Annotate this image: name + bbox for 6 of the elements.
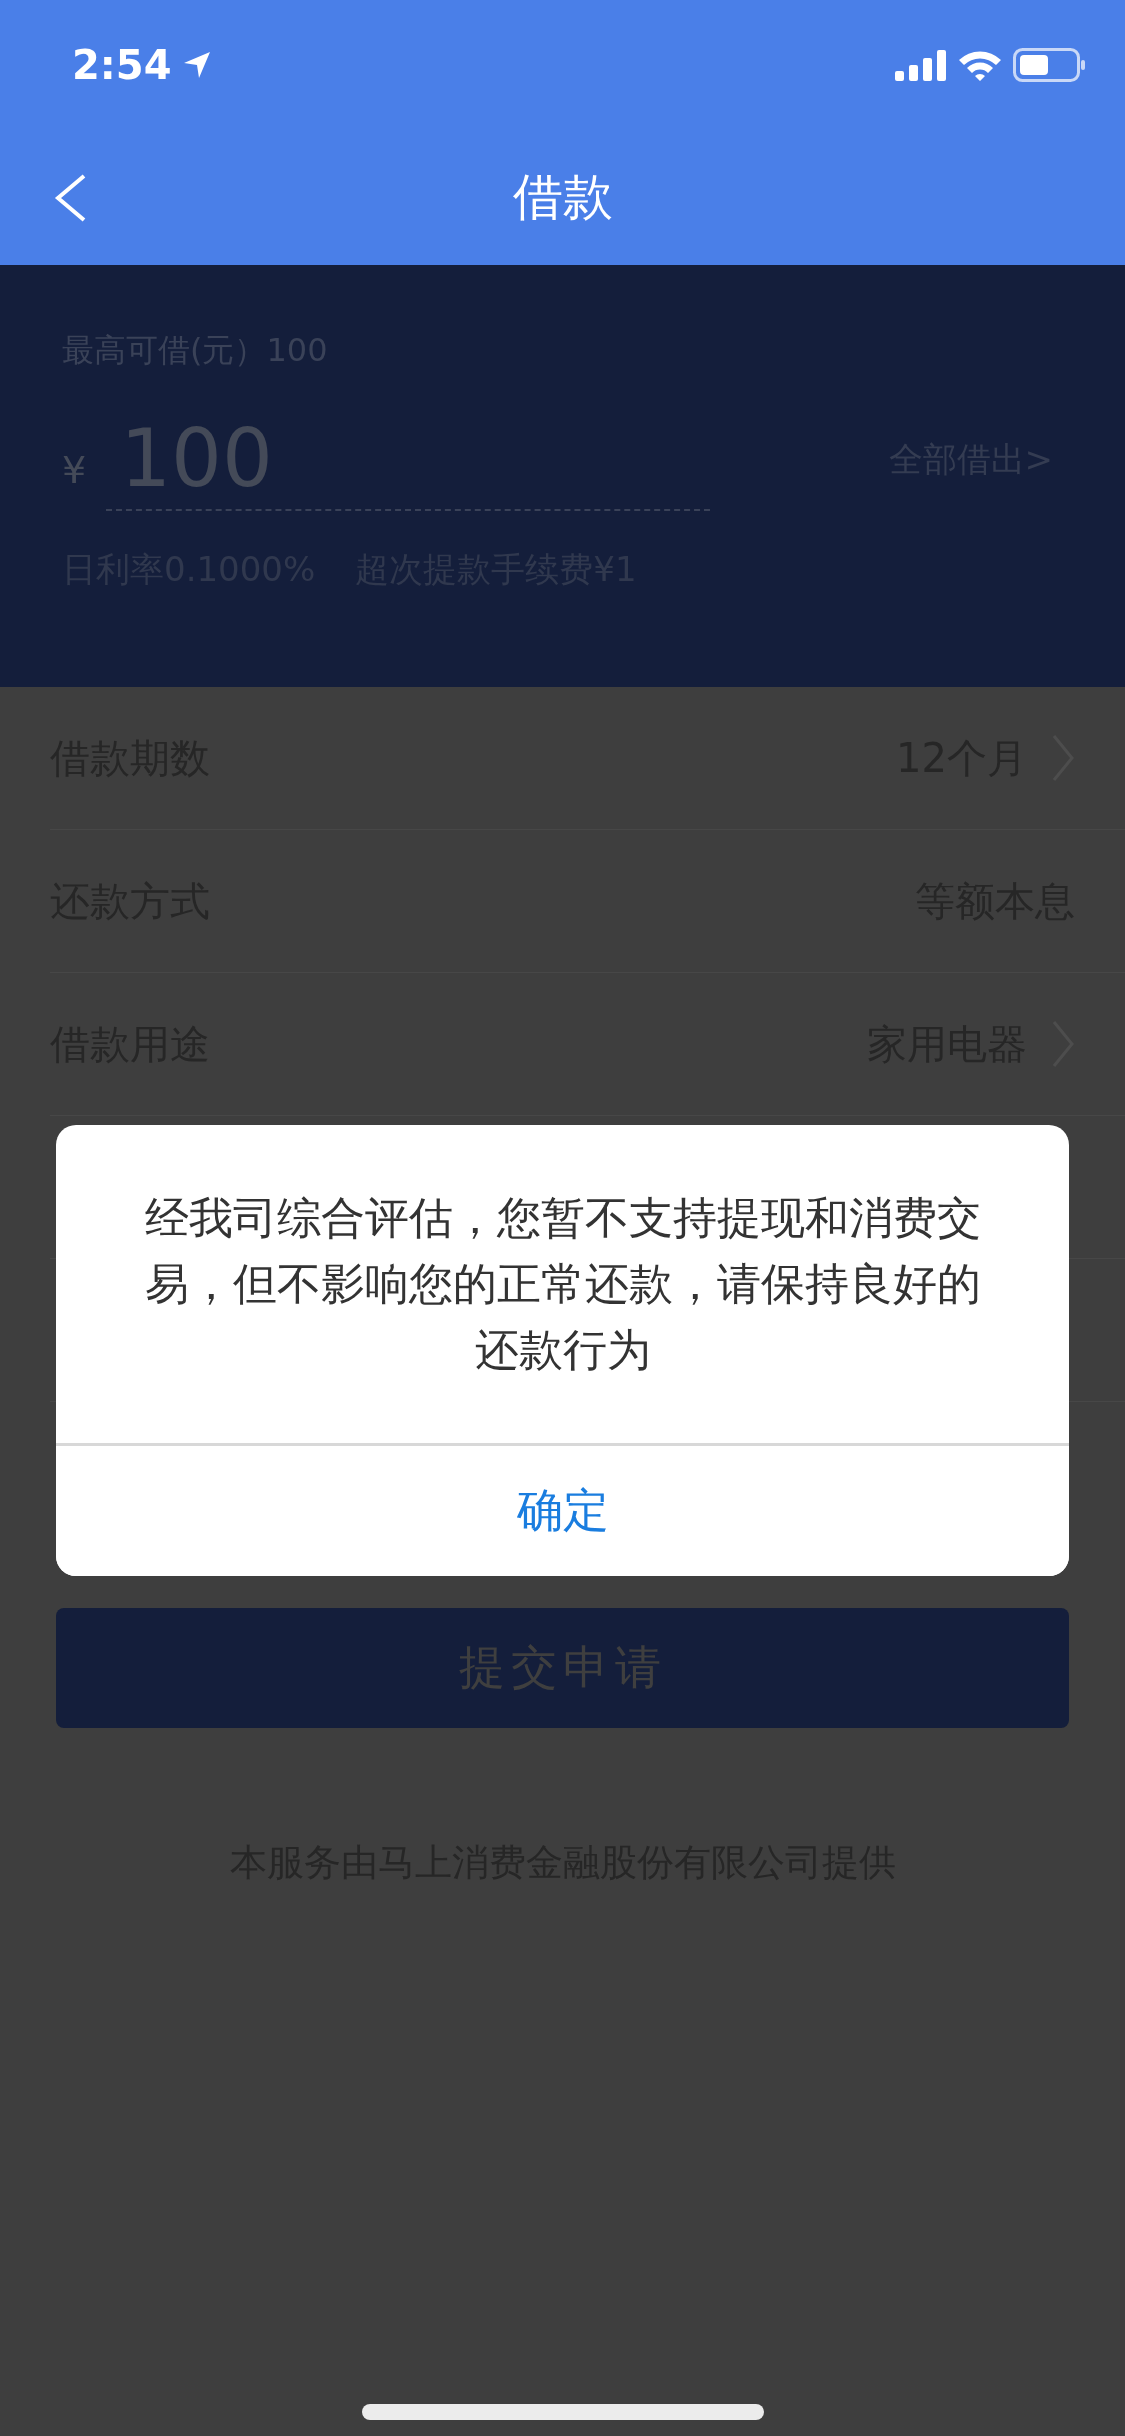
signal-icon [895,49,947,81]
battery-icon [1013,48,1087,82]
status-time: 2:54 [72,42,172,88]
page-title: 借款 [512,167,613,228]
currency-sign: ¥ [62,448,87,492]
wifi-icon [957,48,1003,82]
